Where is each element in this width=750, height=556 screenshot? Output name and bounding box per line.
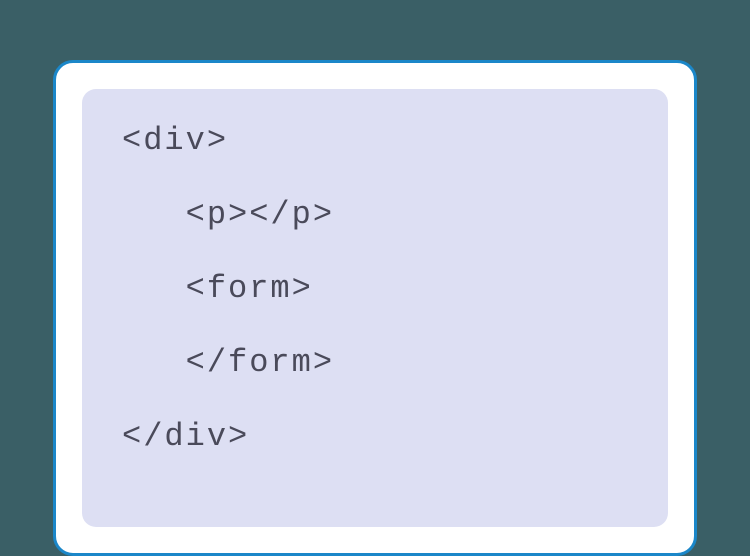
code-line: <p></p> bbox=[122, 199, 628, 231]
code-card: <div> <p></p> <form> </form> </div> bbox=[53, 60, 697, 556]
code-line: <form> bbox=[122, 273, 628, 305]
code-line: <div> bbox=[122, 125, 628, 157]
code-block: <div> <p></p> <form> </form> </div> bbox=[82, 89, 668, 527]
code-line: </form> bbox=[122, 347, 628, 379]
code-line: </div> bbox=[122, 421, 628, 453]
